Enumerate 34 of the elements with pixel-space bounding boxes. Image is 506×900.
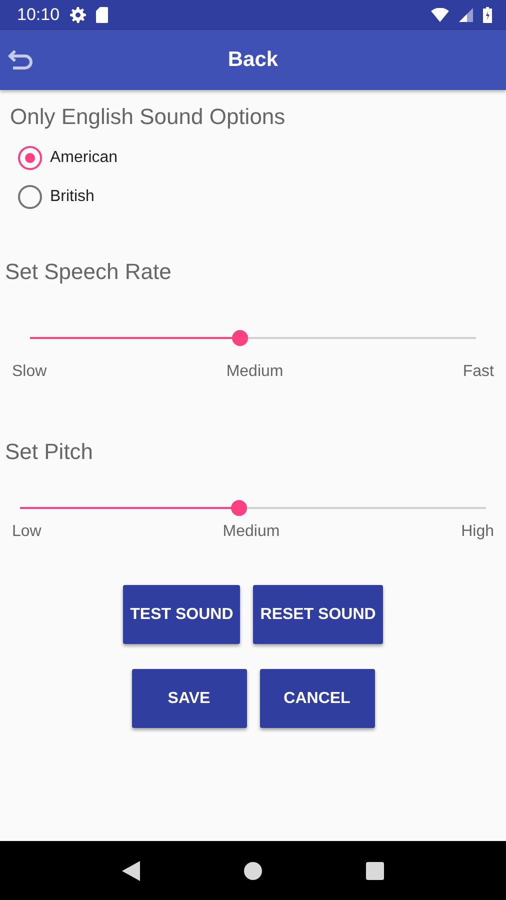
radio-label: British: [50, 188, 94, 206]
back-nav-icon[interactable]: [122, 860, 140, 880]
slider-thumb[interactable]: [231, 500, 248, 516]
slider-label: Fast: [462, 363, 494, 381]
settings-icon: [70, 7, 86, 23]
slider-label: Medium: [222, 523, 280, 541]
action-button[interactable]: SAVE: [132, 669, 246, 728]
action-button[interactable]: RESET SOUND: [253, 585, 383, 644]
app-bar-title: Back: [228, 48, 278, 72]
slider-label: Medium: [226, 363, 284, 381]
action-button[interactable]: TEST SOUND: [123, 585, 240, 644]
section-title: Set Pitch: [5, 439, 94, 465]
signal-icon: [459, 8, 473, 22]
status-time: 10:10: [17, 5, 60, 25]
slider[interactable]: [20, 500, 486, 516]
slider-label: Slow: [12, 363, 47, 381]
slider-label: High: [461, 523, 494, 541]
wifi-icon: [431, 8, 449, 22]
home-nav-icon[interactable]: [244, 862, 262, 880]
sd-card-icon: [96, 7, 108, 23]
back-icon[interactable]: [7, 48, 35, 72]
section-title: Set Speech Rate: [5, 259, 172, 285]
recents-nav-icon[interactable]: [366, 862, 384, 880]
radio-option[interactable]: American: [18, 146, 506, 170]
radio-label: American: [50, 149, 118, 167]
radio-button[interactable]: [18, 146, 42, 170]
slider[interactable]: [30, 330, 476, 346]
radio-button[interactable]: [18, 185, 42, 209]
battery-icon: [483, 7, 492, 23]
radio-option[interactable]: British: [18, 185, 506, 209]
slider-thumb[interactable]: [232, 330, 248, 346]
action-button[interactable]: CANCEL: [260, 669, 374, 728]
slider-label: Low: [12, 523, 42, 541]
section-title: Only English Sound Options: [10, 104, 286, 130]
